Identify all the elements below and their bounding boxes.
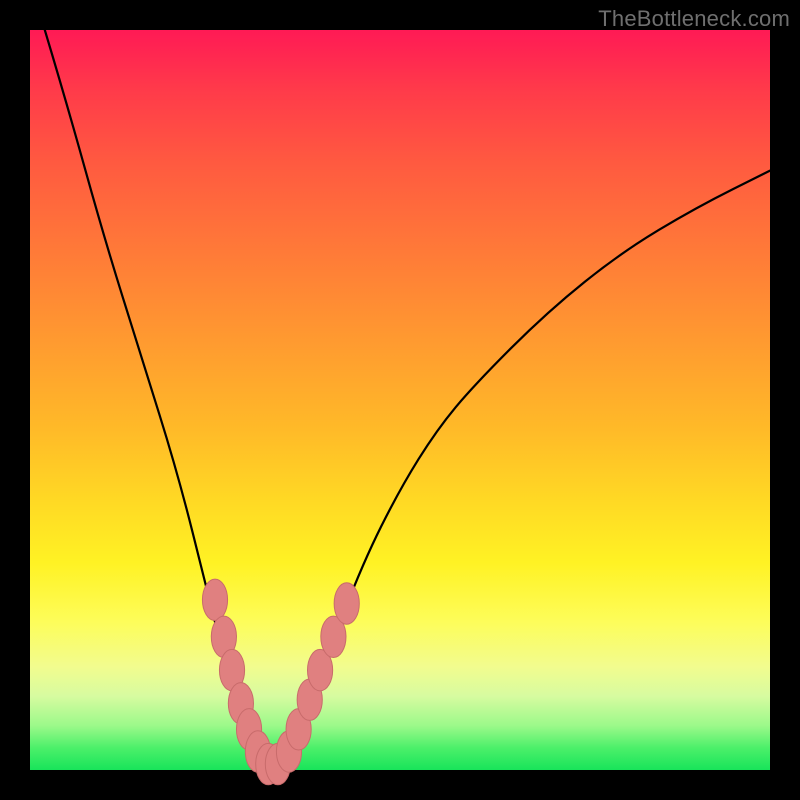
curve-markers	[202, 579, 359, 785]
curve-marker	[202, 579, 227, 620]
curve-marker	[334, 583, 359, 624]
plot-area	[30, 30, 770, 770]
chart-frame: TheBottleneck.com	[0, 0, 800, 800]
bottleneck-curve	[45, 30, 770, 764]
watermark-label: TheBottleneck.com	[598, 6, 790, 32]
curve-layer	[30, 30, 770, 770]
